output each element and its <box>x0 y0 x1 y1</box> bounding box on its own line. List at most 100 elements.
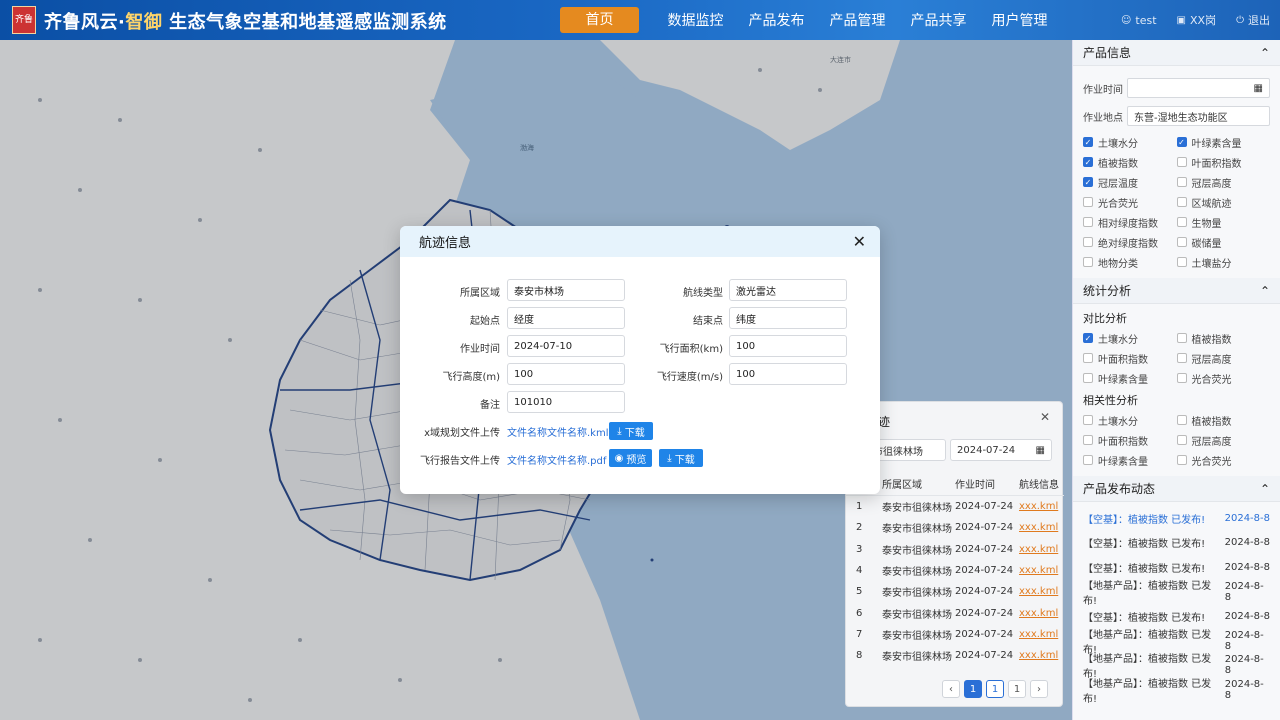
checkbox-compare[interactable]: 光合荧光 <box>1176 370 1271 386</box>
place-select[interactable]: 东营-湿地生态功能区 <box>1127 106 1270 126</box>
page-button[interactable]: 1 <box>1008 680 1026 698</box>
checkbox-label: 叶绿素含量 <box>1191 138 1242 150</box>
checkbox-product[interactable]: 区域航迹 <box>1176 194 1271 210</box>
height-input[interactable]: 100 <box>507 363 625 385</box>
chevron-up-icon: ⌃ <box>1259 45 1270 60</box>
kml-link[interactable]: xxx.kml <box>1019 586 1064 597</box>
news-item[interactable]: 【地基产品】：植被指数 已发布! 2024-8-8 <box>1073 678 1280 705</box>
note-input[interactable]: 101010 <box>507 391 625 413</box>
checkbox-compare[interactable]: 植被指数 <box>1176 330 1271 346</box>
chevron-up-icon: ⌃ <box>1259 481 1270 496</box>
modal-title: 航迹信息 <box>419 236 472 251</box>
col-route: 航线信息 <box>1019 480 1059 491</box>
speed-input[interactable]: 100 <box>729 363 847 385</box>
checkbox-product[interactable]: ✓ 叶绿素含量 <box>1176 134 1271 150</box>
nav-product-manage[interactable]: 产品管理 <box>817 10 898 30</box>
checkbox-corr[interactable]: 叶面积指数 <box>1083 432 1177 448</box>
close-icon[interactable]: ✕ <box>853 232 866 251</box>
user-name: test <box>1135 13 1157 27</box>
table-row[interactable]: 5 泰安市徂徕林场 2024-07-24 xxx.kml <box>846 581 1064 602</box>
nav-data-monitor[interactable]: 数据监控 <box>655 10 736 30</box>
page-button[interactable]: 1 <box>986 680 1004 698</box>
area-input[interactable]: 100 <box>729 335 847 357</box>
report-file-link[interactable]: 文件名称文件名称.pdf <box>507 452 606 467</box>
checkbox-corr[interactable]: 叶绿素含量 <box>1083 452 1177 468</box>
table-row[interactable]: 7 泰安市徂徕林场 2024-07-24 xxx.kml <box>846 624 1064 645</box>
kml-link[interactable]: xxx.kml <box>1019 629 1064 640</box>
kml-link[interactable]: xxx.kml <box>1019 608 1064 619</box>
checkbox-compare[interactable]: 叶面积指数 <box>1083 350 1177 366</box>
cell-no: 6 <box>856 607 863 619</box>
checkbox-product[interactable]: 生物量 <box>1176 214 1271 230</box>
next-page-button[interactable]: › <box>1030 680 1048 698</box>
news-header[interactable]: 产品发布动态 ⌃ <box>1073 476 1280 502</box>
checkbox-product[interactable]: ✓ 土壤水分 <box>1083 134 1177 150</box>
table-row[interactable]: 3 泰安市徂徕林场 2024-07-24 xxx.kml <box>846 539 1064 560</box>
checkbox-product[interactable]: 地物分类 <box>1083 254 1177 270</box>
logout-button[interactable]: ⏻ 退出 <box>1236 12 1270 28</box>
kml-link[interactable]: xxx.kml <box>1019 650 1064 661</box>
nav-home[interactable]: 首页 <box>560 7 639 33</box>
nav-product-share[interactable]: 产品共享 <box>898 10 979 30</box>
table-row[interactable]: 1 泰安市徂徕林场 2024-07-24 xxx.kml <box>846 496 1064 517</box>
checkbox-product[interactable]: 绝对绿度指数 <box>1083 234 1177 250</box>
news-item[interactable]: 【空基】：植被指数 已发布! 2024-8-8 <box>1073 506 1280 531</box>
time-input[interactable]: 2024-07-10 <box>507 335 625 357</box>
checkbox-corr[interactable]: 土壤水分 <box>1083 412 1177 428</box>
brand-accent: 智御 <box>125 12 163 33</box>
plan-file-link[interactable]: 文件名称文件名称.kml <box>507 424 609 439</box>
start-value: 经度 <box>514 314 534 326</box>
checkbox-product[interactable]: 碳储量 <box>1176 234 1271 250</box>
end-input[interactable]: 纬度 <box>729 307 847 329</box>
table-row[interactable]: 8 泰安市徂徕林场 2024-07-24 xxx.kml <box>846 645 1064 666</box>
id-card-icon: ▣ <box>1176 14 1186 26</box>
table-row[interactable]: 4 泰安市徂徕林场 2024-07-24 xxx.kml <box>846 560 1064 581</box>
checkbox-product[interactable]: 相对绿度指数 <box>1083 214 1177 230</box>
cell-date: 2024-07-24 <box>955 607 1014 619</box>
kml-link[interactable]: xxx.kml <box>1019 522 1064 533</box>
checkbox-product[interactable]: 冠层高度 <box>1176 174 1271 190</box>
product-info-header[interactable]: 产品信息 ⌃ <box>1073 40 1280 66</box>
checkbox-checked-icon: ✓ <box>1083 333 1093 343</box>
kml-link[interactable]: xxx.kml <box>1019 501 1064 512</box>
time-picker[interactable]: ▦ <box>1127 78 1270 98</box>
user-menu[interactable]: ☺ test <box>1121 14 1157 27</box>
nav-product-publish[interactable]: 产品发布 <box>736 10 817 30</box>
news-text: 【地基产品】：植被指数 已发布! <box>1083 580 1212 607</box>
product-info-title: 产品信息 <box>1083 46 1132 60</box>
route-type-input[interactable]: 激光雷达 <box>729 279 847 301</box>
checkbox-compare[interactable]: ✓ 土壤水分 <box>1083 330 1177 346</box>
checkbox-corr[interactable]: 光合荧光 <box>1176 452 1271 468</box>
report-preview-button[interactable]: ◉ 预览 <box>609 449 652 467</box>
kml-link[interactable]: xxx.kml <box>1019 544 1064 555</box>
table-row[interactable]: 2 泰安市徂徕林场 2024-07-24 xxx.kml <box>846 517 1064 538</box>
close-icon[interactable]: ✕ <box>1040 410 1050 424</box>
checkbox-product[interactable]: ✓ 植被指数 <box>1083 154 1177 170</box>
nav-user-manage[interactable]: 用户管理 <box>979 10 1060 30</box>
checkbox-label: 碳储量 <box>1191 238 1222 250</box>
region-input[interactable]: 泰安市林场 <box>507 279 625 301</box>
plan-download-button[interactable]: ⤓ 下载 <box>609 422 653 440</box>
news-item[interactable]: 【地基产品】：植被指数 已发布! 2024-8-8 <box>1073 580 1280 607</box>
page-button[interactable]: 1 <box>964 680 982 698</box>
checkbox-corr[interactable]: 植被指数 <box>1176 412 1271 428</box>
report-download-button[interactable]: ⤓ 下载 <box>659 449 703 467</box>
checkbox-corr[interactable]: 冠层高度 <box>1176 432 1271 448</box>
checkbox-product[interactable]: 叶面积指数 <box>1176 154 1271 170</box>
checkbox-product[interactable]: 光合荧光 <box>1083 194 1177 210</box>
download-icon: ⤓ <box>617 425 622 437</box>
kml-link[interactable]: xxx.kml <box>1019 565 1064 576</box>
track-date-picker[interactable]: 2024-07-24 ▦ <box>950 439 1052 461</box>
news-item[interactable]: 【空基】：植被指数 已发布! 2024-8-8 <box>1073 531 1280 556</box>
checkbox-empty-icon <box>1176 373 1187 383</box>
prev-page-button[interactable]: ‹ <box>942 680 960 698</box>
checkbox-product[interactable]: 土壤盐分 <box>1176 254 1271 270</box>
checkbox-compare[interactable]: 叶绿素含量 <box>1083 370 1177 386</box>
checkbox-compare[interactable]: 冠层高度 <box>1176 350 1271 366</box>
stats-header[interactable]: 统计分析 ⌃ <box>1073 278 1280 304</box>
download-label: 下载 <box>624 427 645 439</box>
checkbox-product[interactable]: ✓ 冠层温度 <box>1083 174 1177 190</box>
role-menu[interactable]: ▣ XX岗 <box>1177 12 1217 28</box>
start-input[interactable]: 经度 <box>507 307 625 329</box>
table-row[interactable]: 6 泰安市徂徕林场 2024-07-24 xxx.kml <box>846 602 1064 623</box>
